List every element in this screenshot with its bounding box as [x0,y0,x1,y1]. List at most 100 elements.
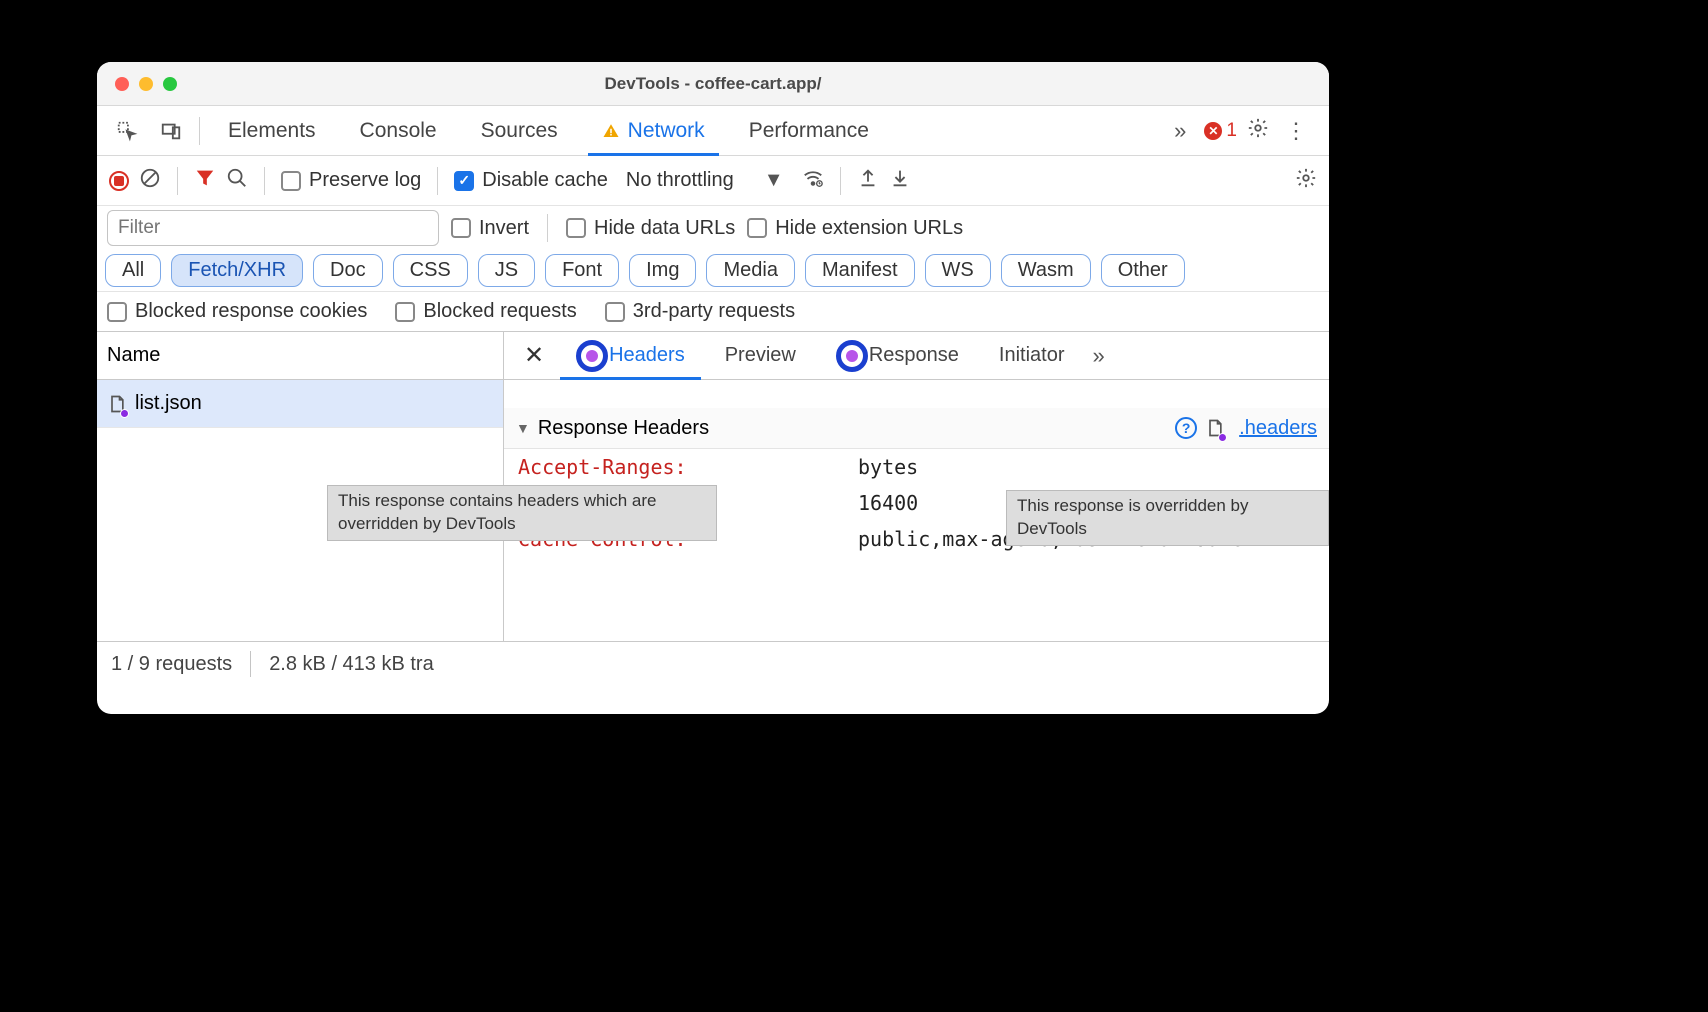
blocked-cookies-label: Blocked response cookies [135,300,367,323]
titlebar: DevTools - coffee-cart.app/ [97,62,1329,106]
help-icon[interactable]: ? [1175,417,1197,439]
tooltip-response-override: This response is overridden by DevTools [1006,490,1329,546]
checkbox-icon [451,218,471,238]
detail-tab-headers[interactable]: Headers [556,332,705,379]
chip-wasm[interactable]: Wasm [1001,254,1091,287]
tab-performance[interactable]: Performance [727,106,891,155]
settings-icon[interactable] [1247,117,1269,144]
file-override-icon [107,392,127,416]
devtools-window: DevTools - coffee-cart.app/ Elements Con… [97,62,1329,714]
network-settings-icon[interactable] [1295,167,1317,195]
checkbox-icon [605,302,625,322]
more-options-icon[interactable]: ⋮ [1279,118,1313,144]
blocked-requests-checkbox[interactable]: Blocked requests [395,300,576,323]
checkbox-icon [107,302,127,322]
chip-js[interactable]: JS [478,254,535,287]
disable-cache-label: Disable cache [482,169,608,192]
separator [840,167,841,195]
checkbox-icon [566,218,586,238]
export-har-icon[interactable] [857,167,879,195]
tab-console[interactable]: Console [338,106,459,155]
chip-other[interactable]: Other [1101,254,1185,287]
separator [250,651,251,677]
network-conditions-icon[interactable] [802,167,824,195]
minimize-window-button[interactable] [139,77,153,91]
close-detail-button[interactable]: ✕ [512,341,556,370]
filter-input[interactable] [107,210,439,246]
response-headers-title: Response Headers [538,417,1167,440]
tab-elements[interactable]: Elements [206,106,338,155]
third-party-label: 3rd-party requests [633,300,795,323]
detail-tab-response-label: Response [869,344,959,367]
inspect-element-icon[interactable] [109,113,145,149]
disable-cache-checkbox[interactable]: Disable cache [454,169,608,192]
chip-font[interactable]: Font [545,254,619,287]
more-detail-tabs-icon[interactable]: » [1085,343,1113,369]
more-tabs-icon[interactable]: » [1166,118,1194,144]
filter-icon[interactable] [194,167,216,195]
checkbox-icon [395,302,415,322]
detail-tab-initiator[interactable]: Initiator [979,332,1085,379]
detail-tab-headers-label: Headers [609,344,685,367]
filter-row: Invert Hide data URLs Hide extension URL… [97,206,1329,248]
zoom-window-button[interactable] [163,77,177,91]
record-button[interactable] [109,171,129,191]
override-marker-icon [576,340,608,372]
detail-tab-preview[interactable]: Preview [705,332,816,379]
type-chip-row: All Fetch/XHR Doc CSS JS Font Img Media … [97,248,1329,292]
chip-all[interactable]: All [105,254,161,287]
status-bar: 1 / 9 requests 2.8 kB / 413 kB tra [97,642,1329,686]
header-row: Accept-Ranges: bytes [504,449,1329,485]
blocked-cookies-checkbox[interactable]: Blocked response cookies [107,300,367,323]
main-tabstrip: Elements Console Sources Network Perform… [97,106,1329,156]
network-toolbar: Preserve log Disable cache No throttling… [97,156,1329,206]
separator [437,167,438,195]
device-toggle-icon[interactable] [153,113,189,149]
response-headers-section[interactable]: ▼ Response Headers ? .headers [504,408,1329,449]
request-list-header[interactable]: Name [97,332,503,380]
third-party-checkbox[interactable]: 3rd-party requests [605,300,795,323]
expand-collapse-icon[interactable]: ▼ [516,420,530,436]
request-name: list.json [135,392,202,415]
separator [264,167,265,195]
search-icon[interactable] [226,167,248,195]
override-dot-icon [120,409,129,418]
warning-icon [602,122,620,140]
headers-file-link[interactable]: .headers [1239,417,1317,440]
chip-media[interactable]: Media [706,254,794,287]
tooltip-headers-override: This response contains headers which are… [327,485,717,541]
tab-sources[interactable]: Sources [459,106,580,155]
chip-fetch-xhr[interactable]: Fetch/XHR [171,254,303,287]
window-title: DevTools - coffee-cart.app/ [97,74,1329,94]
preserve-log-checkbox[interactable]: Preserve log [281,169,421,192]
chip-doc[interactable]: Doc [313,254,383,287]
chip-img[interactable]: Img [629,254,696,287]
request-row[interactable]: list.json [97,380,503,428]
override-dot-icon [1218,433,1227,442]
tab-network[interactable]: Network [580,106,727,155]
error-counter[interactable]: ✕ 1 [1204,120,1237,142]
invert-label: Invert [479,217,529,240]
hide-data-urls-checkbox[interactable]: Hide data URLs [566,217,735,240]
hide-extension-urls-checkbox[interactable]: Hide extension URLs [747,217,963,240]
close-window-button[interactable] [115,77,129,91]
throttling-value: No throttling [626,169,734,192]
checkbox-icon [281,171,301,191]
checkbox-checked-icon [454,171,474,191]
detail-tab-response[interactable]: Response [816,332,979,379]
block-row: Blocked response cookies Blocked request… [97,292,1329,332]
checkbox-icon [747,218,767,238]
chip-css[interactable]: CSS [393,254,468,287]
chip-manifest[interactable]: Manifest [805,254,915,287]
throttling-select[interactable]: No throttling ▼ [618,169,792,192]
clear-button[interactable] [139,167,161,195]
chip-ws[interactable]: WS [925,254,991,287]
hide-data-label: Hide data URLs [594,217,735,240]
separator [199,117,200,145]
override-marker-icon [836,340,868,372]
request-count: 1 / 9 requests [111,653,232,676]
import-har-icon[interactable] [889,167,911,195]
invert-checkbox[interactable]: Invert [451,217,529,240]
preserve-log-label: Preserve log [309,169,421,192]
blocked-requests-label: Blocked requests [423,300,576,323]
